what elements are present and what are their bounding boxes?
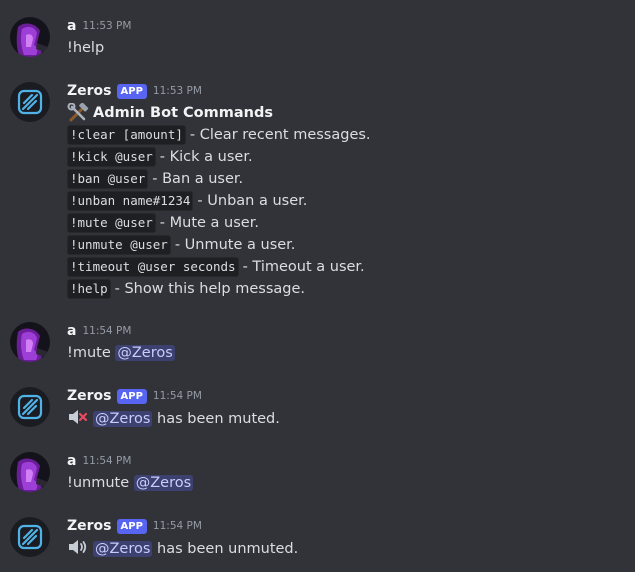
command-row: !kick @user - Kick a user. <box>67 146 371 168</box>
command-code: !unban name#1234 <box>67 191 194 211</box>
command-row: !unmute @user - Unmute a user. <box>67 234 371 256</box>
command-row: !unban name#1234- Unban a user. <box>67 190 371 212</box>
command-code: !help <box>67 279 111 299</box>
user-mention[interactable]: @Zeros <box>93 411 153 427</box>
username[interactable]: a <box>67 18 76 34</box>
command-code: !ban @user <box>67 169 149 189</box>
command-description: - Timeout a user. <box>242 259 365 275</box>
message-content: !help <box>67 40 105 56</box>
timestamp: 11:54 PM <box>82 325 132 337</box>
avatar[interactable] <box>10 322 50 362</box>
message-text: !mute <box>67 345 111 361</box>
avatar[interactable] <box>10 517 50 557</box>
command-description: - Unmute a user. <box>174 237 296 253</box>
app-badge: APP <box>116 83 147 99</box>
timestamp: 11:54 PM <box>152 520 202 532</box>
message-content: !unmute @Zeros <box>67 472 194 494</box>
timestamp: 11:53 PM <box>152 85 202 97</box>
speaker-icon <box>69 540 87 554</box>
command-description: - Unban a user. <box>197 193 308 209</box>
timestamp: 11:54 PM <box>152 390 202 402</box>
command-description: - Ban a user. <box>152 171 244 187</box>
command-description: - Show this help message. <box>114 281 306 297</box>
command-code: !kick @user <box>67 147 156 167</box>
command-code: !clear [amount] <box>67 125 186 145</box>
username[interactable]: Zeros <box>67 83 112 99</box>
commands-title: Admin Bot Commands <box>67 102 371 124</box>
message-content: @Zeros has been unmuted. <box>67 537 298 560</box>
timestamp: 11:54 PM <box>82 455 132 467</box>
avatar[interactable] <box>10 17 50 57</box>
user-mention[interactable]: @Zeros <box>115 345 175 361</box>
command-row: !timeout @user seconds - Timeout a user. <box>67 256 371 278</box>
user-mention[interactable]: @Zeros <box>133 475 194 491</box>
command-code: !unmute @user <box>67 235 171 255</box>
command-description: - Kick a user. <box>159 149 253 165</box>
command-description: - Mute a user. <box>159 215 259 231</box>
command-code: !mute @user <box>67 213 156 233</box>
hammer-wrench-icon <box>67 103 89 122</box>
app-badge: APP <box>116 388 147 404</box>
message-text: has been muted. <box>157 411 280 427</box>
message-content: @Zeros has been muted. <box>67 407 280 430</box>
username[interactable]: Zeros <box>67 388 112 404</box>
muted-speaker-icon <box>69 410 88 424</box>
avatar[interactable] <box>10 82 50 122</box>
message-text: has been unmuted. <box>157 541 299 557</box>
command-row: !mute @user - Mute a user. <box>67 212 371 234</box>
avatar[interactable] <box>10 387 50 427</box>
message-content: !mute @Zeros <box>67 342 175 364</box>
username[interactable]: Zeros <box>67 518 112 534</box>
timestamp: 11:53 PM <box>82 20 132 32</box>
commands-title-text: Admin Bot Commands <box>93 105 273 121</box>
command-description: - Clear recent messages. <box>189 127 371 143</box>
user-mention[interactable]: @Zeros <box>93 541 153 557</box>
username[interactable]: a <box>67 323 76 339</box>
command-row: !clear [amount] - Clear recent messages. <box>67 124 371 146</box>
app-badge: APP <box>116 518 147 534</box>
command-code: !timeout @user seconds <box>67 257 239 277</box>
message-text: !unmute <box>67 475 130 491</box>
command-row: !help - Show this help message. <box>67 278 371 300</box>
avatar[interactable] <box>10 452 50 492</box>
username[interactable]: a <box>67 453 76 469</box>
message-list: a 11:53 PM !help Zeros APP 11:53 PM Admi… <box>0 0 635 572</box>
message-content: Admin Bot Commands !clear [amount] - Clea… <box>67 102 371 300</box>
command-row: !ban @user - Ban a user. <box>67 168 371 190</box>
